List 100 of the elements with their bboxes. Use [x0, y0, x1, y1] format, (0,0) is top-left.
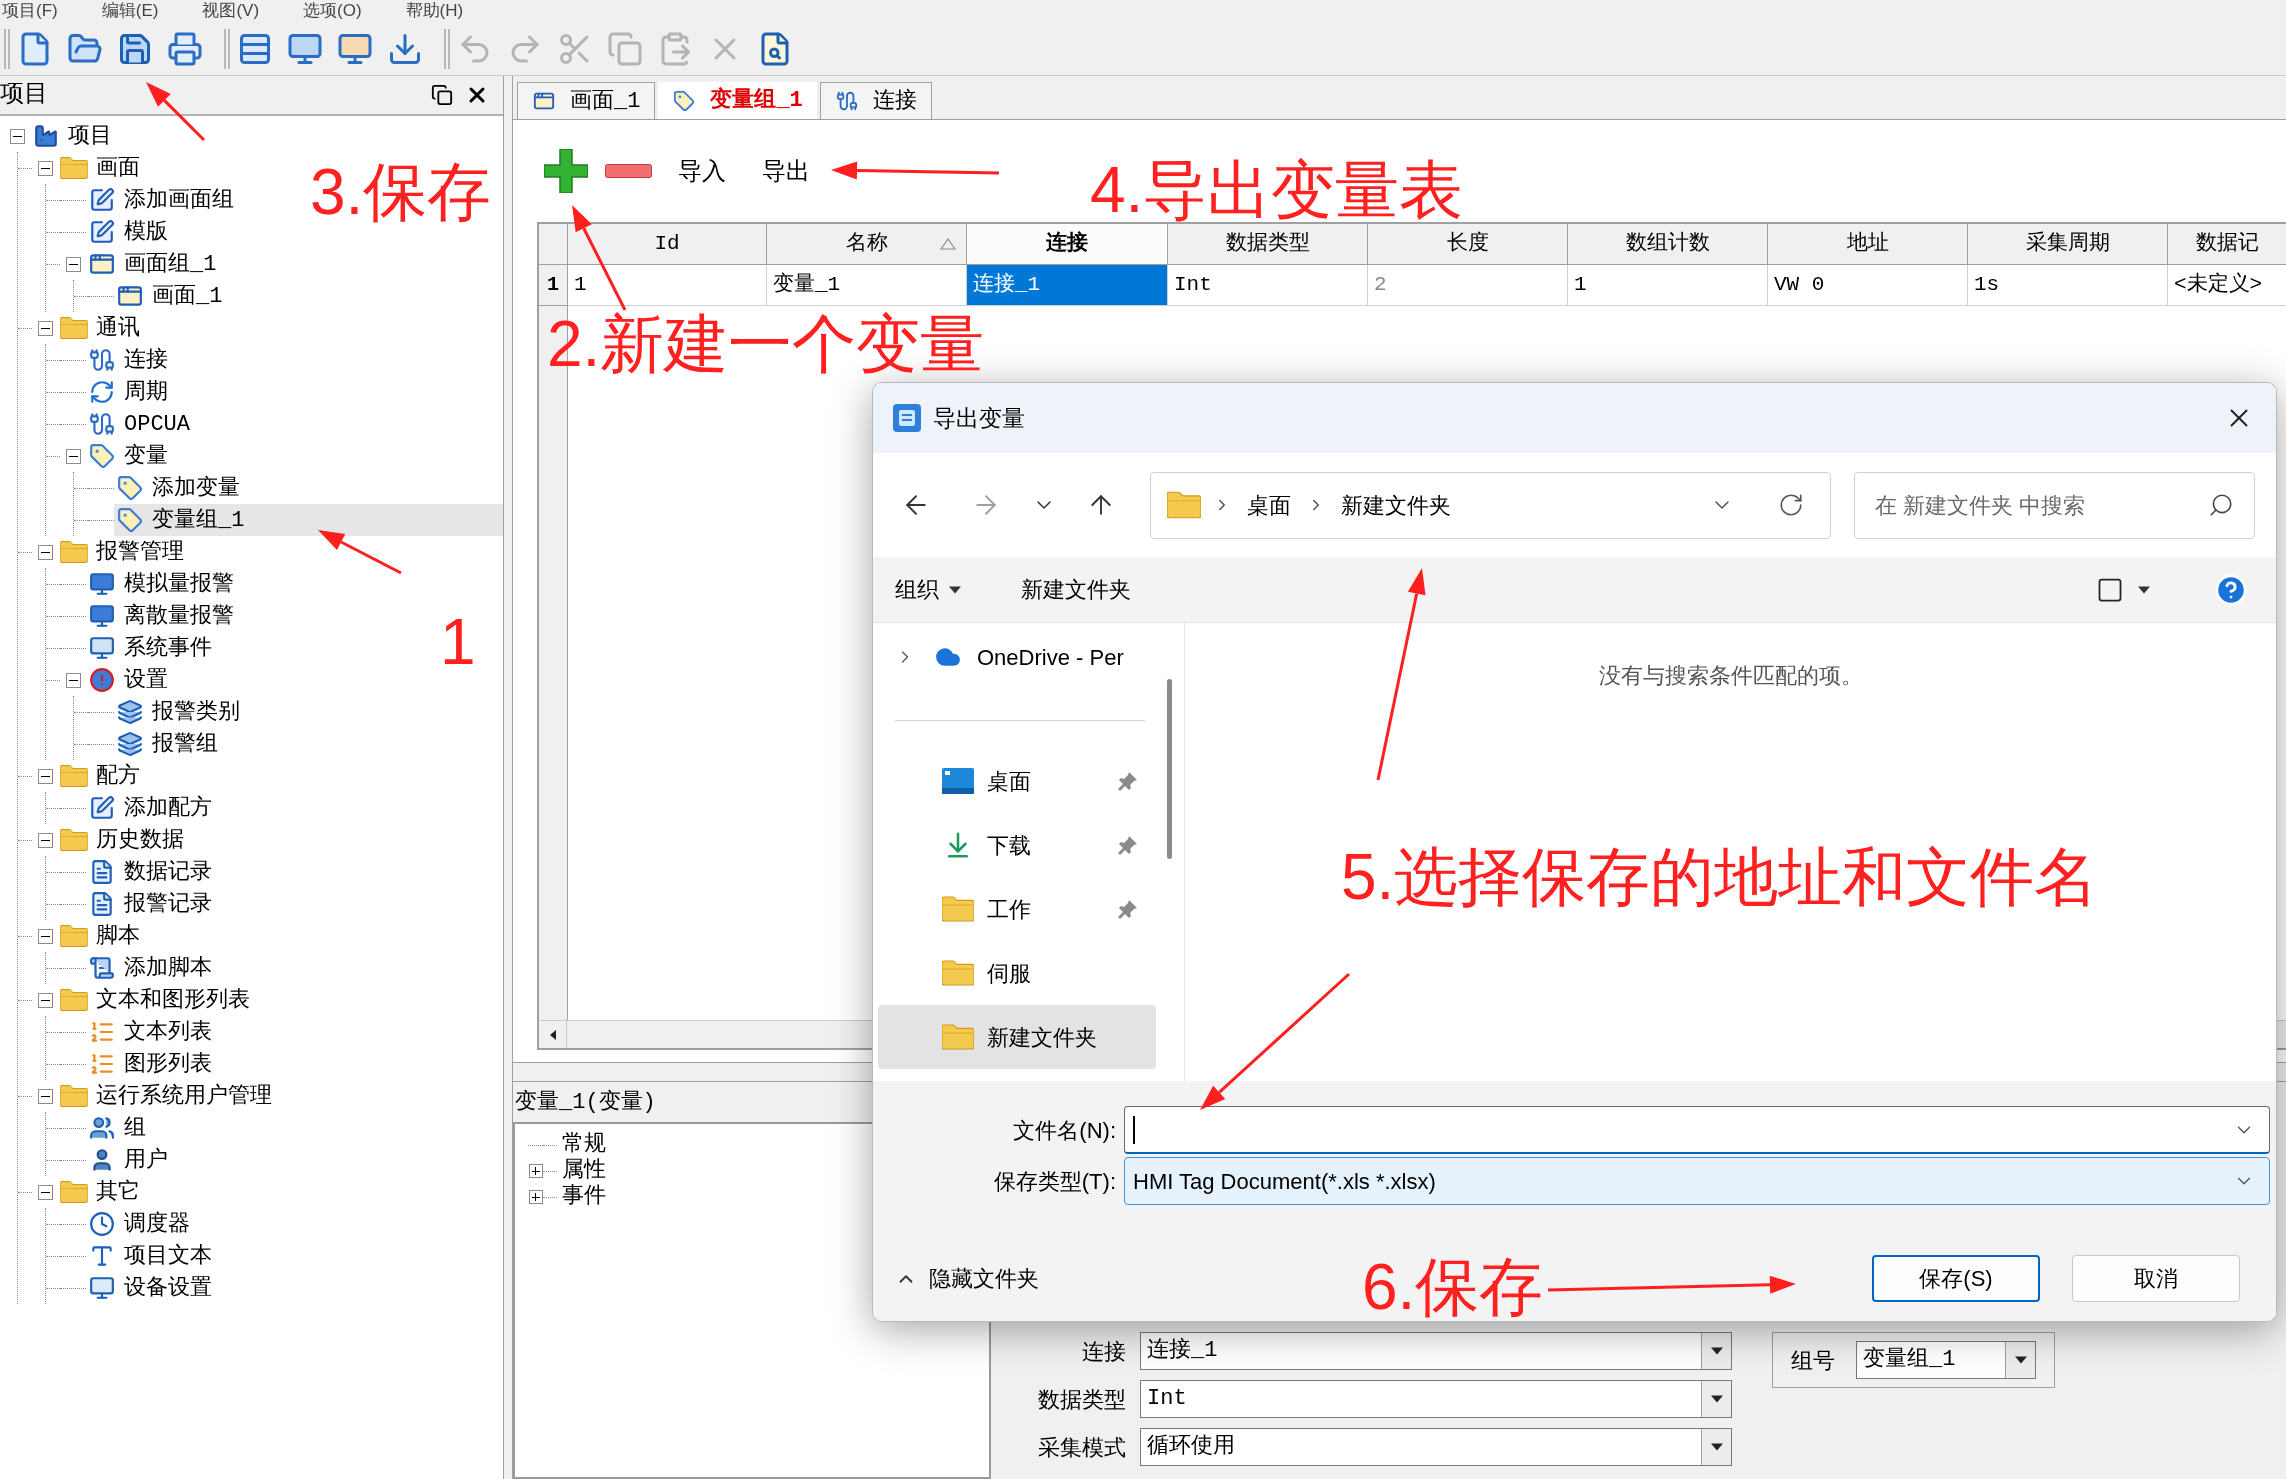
- tree-item[interactable]: 添加配方: [86, 792, 218, 824]
- minus-box-icon[interactable]: [37, 992, 53, 1008]
- dropdown-field[interactable]: 连接_1: [1140, 1332, 1732, 1370]
- menu-item[interactable]: 选项(O): [303, 1, 362, 21]
- column-header[interactable]: 长度: [1368, 224, 1568, 265]
- help-icon[interactable]: [2214, 572, 2248, 607]
- pin-icon[interactable]: [1118, 835, 1138, 855]
- tree-item[interactable]: 报警类别: [114, 696, 246, 728]
- search-icon[interactable]: [2208, 492, 2234, 518]
- plus-icon[interactable]: [544, 149, 588, 193]
- tree-item[interactable]: 通讯: [58, 312, 146, 344]
- minus-box-icon[interactable]: [37, 832, 53, 848]
- tree-item[interactable]: 报警记录: [86, 888, 218, 920]
- nav-item[interactable]: 下载: [878, 813, 1156, 877]
- tree-item[interactable]: 文本和图形列表: [58, 984, 256, 1016]
- row-header[interactable]: 1: [539, 265, 568, 306]
- breadcrumb-item[interactable]: 桌面: [1247, 488, 1291, 522]
- search-field[interactable]: 在 新建文件夹 中搜索: [1854, 471, 2255, 539]
- plus-box-icon[interactable]: [528, 1190, 543, 1204]
- tree-item[interactable]: 模拟量报警: [86, 568, 240, 600]
- nav-item[interactable]: 伺服: [878, 941, 1156, 1005]
- menu-item[interactable]: 帮助(H): [405, 1, 464, 21]
- tree-item[interactable]: 连接: [86, 344, 174, 376]
- tree-item[interactable]: 画面_1: [114, 280, 229, 312]
- menu-button[interactable]: 组织: [895, 573, 961, 606]
- minus-box-icon[interactable]: [37, 1184, 53, 1200]
- file-name-field[interactable]: [1124, 1106, 2270, 1154]
- column-header[interactable]: 连接: [967, 224, 1168, 265]
- menu-item[interactable]: 视图(V): [202, 1, 260, 21]
- dropdown-field[interactable]: 循环使用: [1140, 1428, 1732, 1466]
- tree-item[interactable]: 画面组_1: [86, 248, 223, 280]
- tree-item[interactable]: 添加脚本: [86, 952, 218, 984]
- tree-item[interactable]: 周期: [86, 376, 174, 408]
- tree-item[interactable]: 文本列表: [86, 1016, 218, 1048]
- column-header[interactable]: 名称: [767, 224, 967, 265]
- tree-item[interactable]: 设备设置: [86, 1272, 218, 1304]
- column-header[interactable]: 数据记: [2168, 224, 2286, 265]
- minus-box-icon[interactable]: [37, 768, 53, 784]
- export-button[interactable]: 导出: [762, 153, 810, 189]
- minus-box-icon[interactable]: [65, 256, 81, 272]
- import-button[interactable]: 导入: [678, 153, 726, 189]
- tab[interactable]: 画面_1: [517, 82, 656, 119]
- cancel-button[interactable]: 取消: [2072, 1255, 2240, 1302]
- tree-item[interactable]: 报警组: [114, 728, 224, 760]
- file-type-select[interactable]: HMI Tag Document(*.xls *.xlsx): [1124, 1157, 2270, 1205]
- plus-box-icon[interactable]: [528, 1164, 543, 1178]
- restore-icon[interactable]: [431, 84, 453, 106]
- tree-item[interactable]: 用户: [86, 1144, 174, 1176]
- tree-item[interactable]: 图形列表: [86, 1048, 218, 1080]
- scrollbar-thumb[interactable]: [1167, 679, 1172, 859]
- tree-item[interactable]: 脚本: [58, 920, 146, 952]
- scroll-left-icon[interactable]: [549, 1029, 556, 1040]
- column-header[interactable]: 地址: [1768, 224, 1968, 265]
- menu-item[interactable]: 项目(F): [2, 1, 58, 21]
- tree-item[interactable]: 画面: [58, 152, 146, 184]
- tree-item[interactable]: 变量: [86, 440, 174, 472]
- tree-item[interactable]: 添加画面组: [86, 184, 240, 216]
- tree-item[interactable]: 属性: [561, 1158, 607, 1184]
- tree-item[interactable]: 项目文本: [86, 1240, 218, 1272]
- tree-item[interactable]: 设置: [86, 664, 174, 696]
- tree-item[interactable]: 组: [86, 1112, 152, 1144]
- minus-box-icon[interactable]: [37, 928, 53, 944]
- column-header[interactable]: 数组计数: [1568, 224, 1768, 265]
- minus-box-icon[interactable]: [37, 544, 53, 560]
- nav-item[interactable]: 新建文件夹: [878, 1005, 1156, 1069]
- minus-box-icon[interactable]: [9, 128, 25, 144]
- tree-item[interactable]: 其它: [58, 1176, 146, 1208]
- print-icon[interactable]: [167, 30, 203, 67]
- tree-item[interactable]: 事件: [561, 1184, 607, 1210]
- tree-item[interactable]: 运行系统用户管理: [58, 1080, 278, 1112]
- toolbar-button[interactable]: 新建文件夹: [1021, 573, 1131, 606]
- menu-item[interactable]: 编辑(E): [101, 1, 159, 21]
- breadcrumb-item[interactable]: 新建文件夹: [1341, 488, 1451, 522]
- minus-box-icon[interactable]: [37, 320, 53, 336]
- tree-item[interactable]: 调度器: [86, 1208, 196, 1240]
- address-bar[interactable]: 桌面 新建文件夹: [1150, 471, 1831, 539]
- nav-item[interactable]: OneDrive - Per: [873, 627, 1167, 687]
- tree-item[interactable]: 模版: [86, 216, 174, 248]
- tree-item[interactable]: 报警管理: [58, 536, 190, 568]
- pin-icon[interactable]: [1118, 899, 1138, 919]
- column-header[interactable]: 数据类型: [1168, 224, 1368, 265]
- tree-item[interactable]: 项目: [30, 120, 118, 152]
- pin-icon[interactable]: [1118, 771, 1138, 791]
- column-header[interactable]: Id: [568, 224, 767, 265]
- column-header[interactable]: 采集周期: [1968, 224, 2168, 265]
- minus-box-icon[interactable]: [37, 1088, 53, 1104]
- tree-item[interactable]: 常规: [561, 1132, 607, 1158]
- save-button[interactable]: 保存(S): [1872, 1255, 2040, 1302]
- minus-box-icon[interactable]: [65, 672, 81, 688]
- dropdown-field[interactable]: 变量组_1: [1856, 1341, 2036, 1379]
- tree-item[interactable]: 历史数据: [58, 824, 190, 856]
- tree-item[interactable]: 离散量报警: [86, 600, 240, 632]
- tree-item[interactable]: 变量组_1: [114, 504, 503, 536]
- tab[interactable]: 连接: [819, 82, 932, 119]
- tree-item[interactable]: OPCUA: [86, 408, 196, 440]
- tree-item[interactable]: 系统事件: [86, 632, 218, 664]
- tree-item[interactable]: 配方: [58, 760, 146, 792]
- minus-box-icon[interactable]: [37, 160, 53, 176]
- nav-item[interactable]: 桌面: [878, 749, 1156, 813]
- dropdown-field[interactable]: Int: [1140, 1380, 1732, 1418]
